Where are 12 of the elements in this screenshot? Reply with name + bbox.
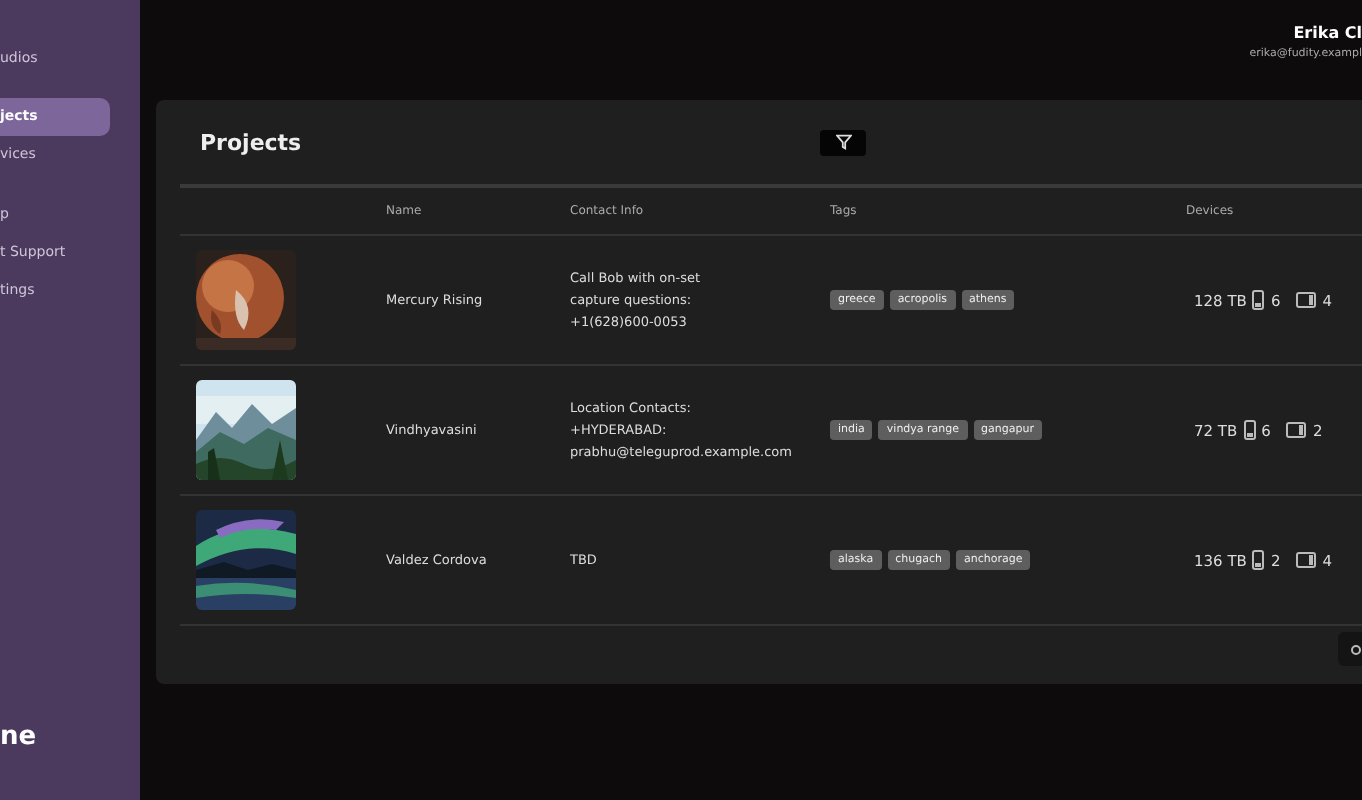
filter-icon bbox=[835, 134, 851, 150]
gear-icon bbox=[1350, 643, 1362, 655]
tablet-icon bbox=[1286, 422, 1307, 438]
phone-icon bbox=[1252, 290, 1265, 310]
logo-text: ne bbox=[0, 722, 37, 752]
panel-title: Projects bbox=[200, 129, 304, 155]
user-name: Erika Cl bbox=[1293, 24, 1362, 42]
phone-icon bbox=[1252, 550, 1265, 570]
phone-icon bbox=[1243, 420, 1256, 440]
tablet-icon bbox=[1296, 292, 1317, 308]
tablet-icon bbox=[1296, 552, 1317, 568]
filter-button[interactable] bbox=[820, 129, 866, 155]
